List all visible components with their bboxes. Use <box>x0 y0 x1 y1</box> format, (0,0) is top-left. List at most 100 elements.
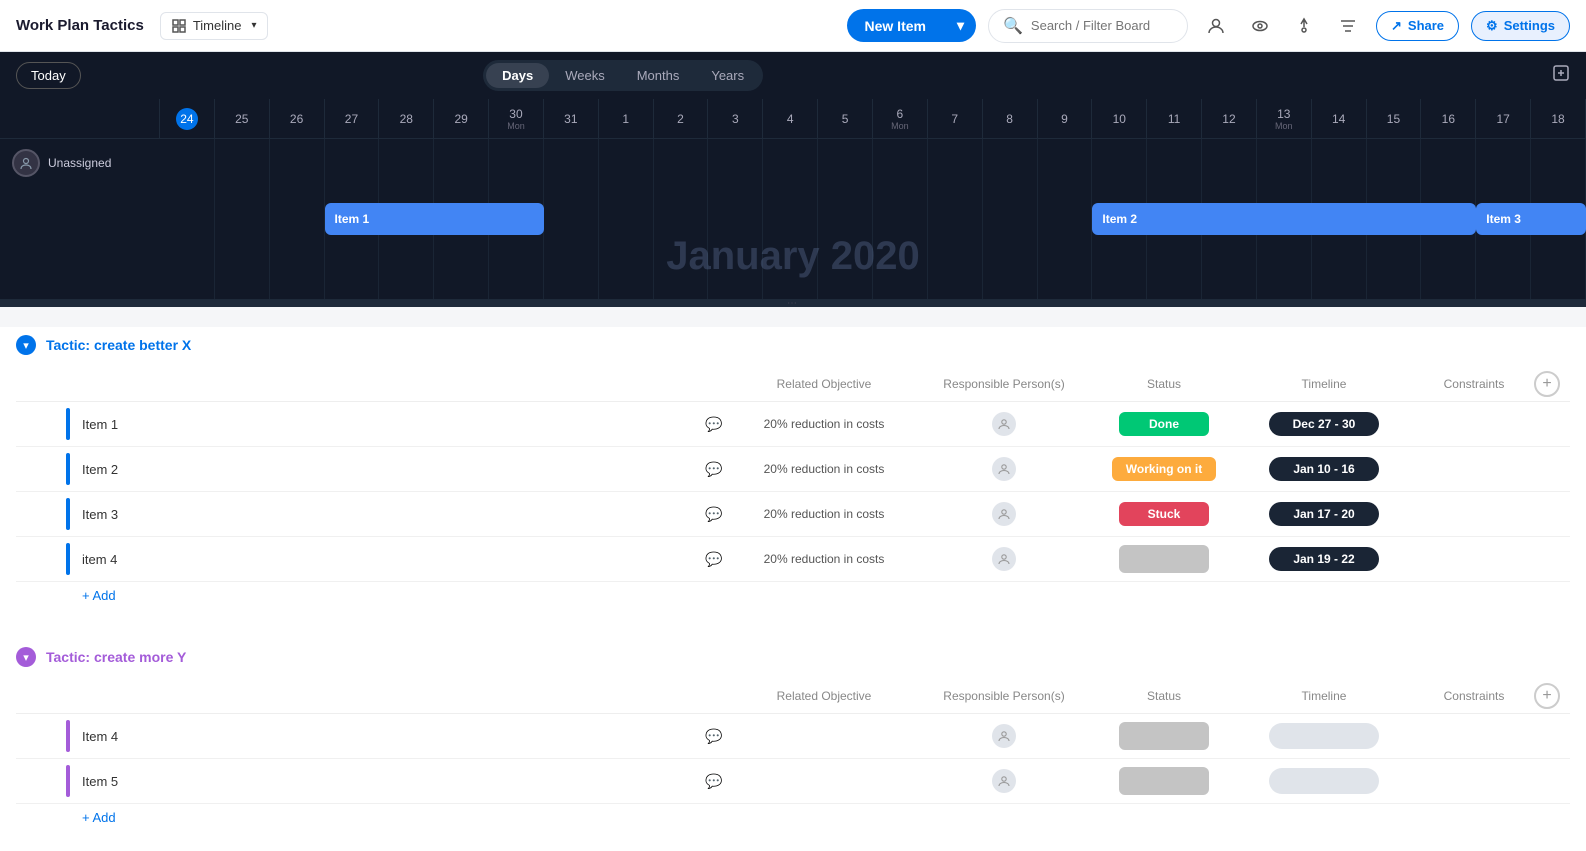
row-color-bar <box>66 453 70 485</box>
date-cell: 4 <box>763 99 818 139</box>
tab-years[interactable]: Years <box>695 63 760 88</box>
tactic1-add-col-button[interactable]: + <box>1534 371 1560 397</box>
search-bar[interactable]: 🔍 <box>988 9 1188 43</box>
resize-dots-icon: ⋯ <box>787 298 799 309</box>
tactic1-col-headers: Related Objective Responsible Person(s) … <box>16 367 1570 402</box>
date-cell: 28 <box>379 99 434 139</box>
gantt-bar[interactable]: Item 2 <box>1092 203 1476 235</box>
timeline-toolbar: Today Days Weeks Months Years <box>0 52 1586 99</box>
comment-icon[interactable]: 💬 <box>694 728 734 745</box>
view-tabs: Days Weeks Months Years <box>483 60 763 91</box>
share-button[interactable]: ↗ Share <box>1376 11 1459 41</box>
account-icon[interactable] <box>1200 10 1232 42</box>
date-cell: 16 <box>1421 99 1476 139</box>
table-row: item 4 💬 20% reduction in costs Jan 19 -… <box>16 537 1570 582</box>
row-color-bar <box>66 408 70 440</box>
tactic2-chevron[interactable]: ▾ <box>16 647 36 667</box>
comment-icon[interactable]: 💬 <box>694 416 734 433</box>
tab-months[interactable]: Months <box>621 63 696 88</box>
timeline-section: Today Days Weeks Months Years 2425262728… <box>0 52 1586 307</box>
filter-icon[interactable] <box>1332 10 1364 42</box>
tactic2-title: Tactic: create more Y <box>46 649 186 665</box>
tactic2-header: ▾ Tactic: create more Y <box>16 639 1570 675</box>
date-cell: 5 <box>818 99 873 139</box>
chevron-down-icon: ▾ <box>251 20 256 31</box>
date-cell: 29 <box>434 99 489 139</box>
tab-weeks[interactable]: Weeks <box>549 63 621 88</box>
date-cell: 17 <box>1476 99 1531 139</box>
gantt-bar[interactable]: Item 3 <box>1476 203 1586 235</box>
search-icon: 🔍 <box>1003 16 1023 36</box>
tactic-group-2: ▾ Tactic: create more Y Related Objectiv… <box>16 639 1570 831</box>
avatar <box>992 502 1016 526</box>
date-cell: 30Mon <box>489 99 544 139</box>
gantt-bar[interactable]: Item 1 <box>325 203 544 235</box>
date-cell: 13Mon <box>1257 99 1312 139</box>
date-cell: 27 <box>325 99 380 139</box>
status-badge[interactable]: Working on it <box>1112 457 1216 481</box>
comment-icon[interactable]: 💬 <box>694 773 734 790</box>
date-cell: 24 <box>160 99 215 139</box>
new-item-button[interactable]: New Item ▾ <box>847 9 977 42</box>
date-cell: 25 <box>215 99 270 139</box>
avatar <box>992 547 1016 571</box>
date-cell: 7 <box>928 99 983 139</box>
status-badge[interactable]: Done <box>1119 412 1209 436</box>
date-cell: 6Mon <box>873 99 928 139</box>
table-row: Item 4 💬 <box>16 714 1570 759</box>
timeline-empty <box>1269 723 1379 749</box>
avatar <box>12 149 40 177</box>
table-row: Item 2 💬 20% reduction in costs Working … <box>16 447 1570 492</box>
new-item-arrow[interactable]: ▾ <box>945 9 976 42</box>
tab-days[interactable]: Days <box>486 63 549 88</box>
table-row: Item 3 💬 20% reduction in costs Stuck Ja… <box>16 492 1570 537</box>
pin-icon[interactable] <box>1288 10 1320 42</box>
tactic1-title: Tactic: create better X <box>46 337 191 353</box>
timeline-empty <box>1269 768 1379 794</box>
date-cell: 9 <box>1038 99 1093 139</box>
gantt-area: Unassigned Item 1Item 2Item 3 January 20… <box>0 139 1586 299</box>
status-empty <box>1119 722 1209 750</box>
date-cell: 18 <box>1531 99 1586 139</box>
today-button[interactable]: Today <box>16 62 81 89</box>
resize-handle[interactable]: ⋯ <box>0 299 1586 307</box>
row-color-bar <box>66 720 70 752</box>
date-cell: 14 <box>1312 99 1367 139</box>
tactic2-col-headers: Related Objective Responsible Person(s) … <box>16 679 1570 714</box>
tactic1-chevron[interactable]: ▾ <box>16 335 36 355</box>
comment-icon[interactable]: 💬 <box>694 551 734 568</box>
unassigned-label: Unassigned <box>0 149 160 177</box>
date-cell: 11 <box>1147 99 1202 139</box>
date-cell: 2 <box>654 99 709 139</box>
timeline-badge: Jan 19 - 22 <box>1269 547 1379 571</box>
tactic1-add-row[interactable]: + Add <box>16 582 1570 609</box>
timeline-badge: Dec 27 - 30 <box>1269 412 1379 436</box>
export-icon[interactable] <box>1552 64 1570 87</box>
view-label: Timeline <box>193 18 242 33</box>
status-badge[interactable]: Stuck <box>1119 502 1209 526</box>
table-row: Item 1 💬 20% reduction in costs Done Dec… <box>16 402 1570 447</box>
share-icon: ↗ <box>1391 18 1402 34</box>
table-section: ▾ Tactic: create better X Related Object… <box>0 327 1586 851</box>
date-cell: 26 <box>270 99 325 139</box>
comment-icon[interactable]: 💬 <box>694 506 734 523</box>
status-empty <box>1119 545 1209 573</box>
date-cell: 3 <box>708 99 763 139</box>
top-nav: Work Plan Tactics Timeline ▾ New Item ▾ … <box>0 0 1586 52</box>
tactic-group-1: ▾ Tactic: create better X Related Object… <box>16 327 1570 609</box>
view-selector[interactable]: Timeline ▾ <box>160 12 268 40</box>
date-cell: 15 <box>1367 99 1422 139</box>
timeline-badge: Jan 10 - 16 <box>1269 457 1379 481</box>
avatar <box>992 457 1016 481</box>
comment-icon[interactable]: 💬 <box>694 461 734 478</box>
avatar <box>992 412 1016 436</box>
eye-icon[interactable] <box>1244 10 1276 42</box>
table-row: Item 5 💬 <box>16 759 1570 804</box>
status-empty <box>1119 767 1209 795</box>
avatar <box>992 769 1016 793</box>
search-input[interactable] <box>1031 18 1171 33</box>
tactic2-add-col-button[interactable]: + <box>1534 683 1560 709</box>
date-cell: 8 <box>983 99 1038 139</box>
settings-button[interactable]: ⚙ Settings <box>1471 11 1570 41</box>
tactic1-header: ▾ Tactic: create better X <box>16 327 1570 363</box>
